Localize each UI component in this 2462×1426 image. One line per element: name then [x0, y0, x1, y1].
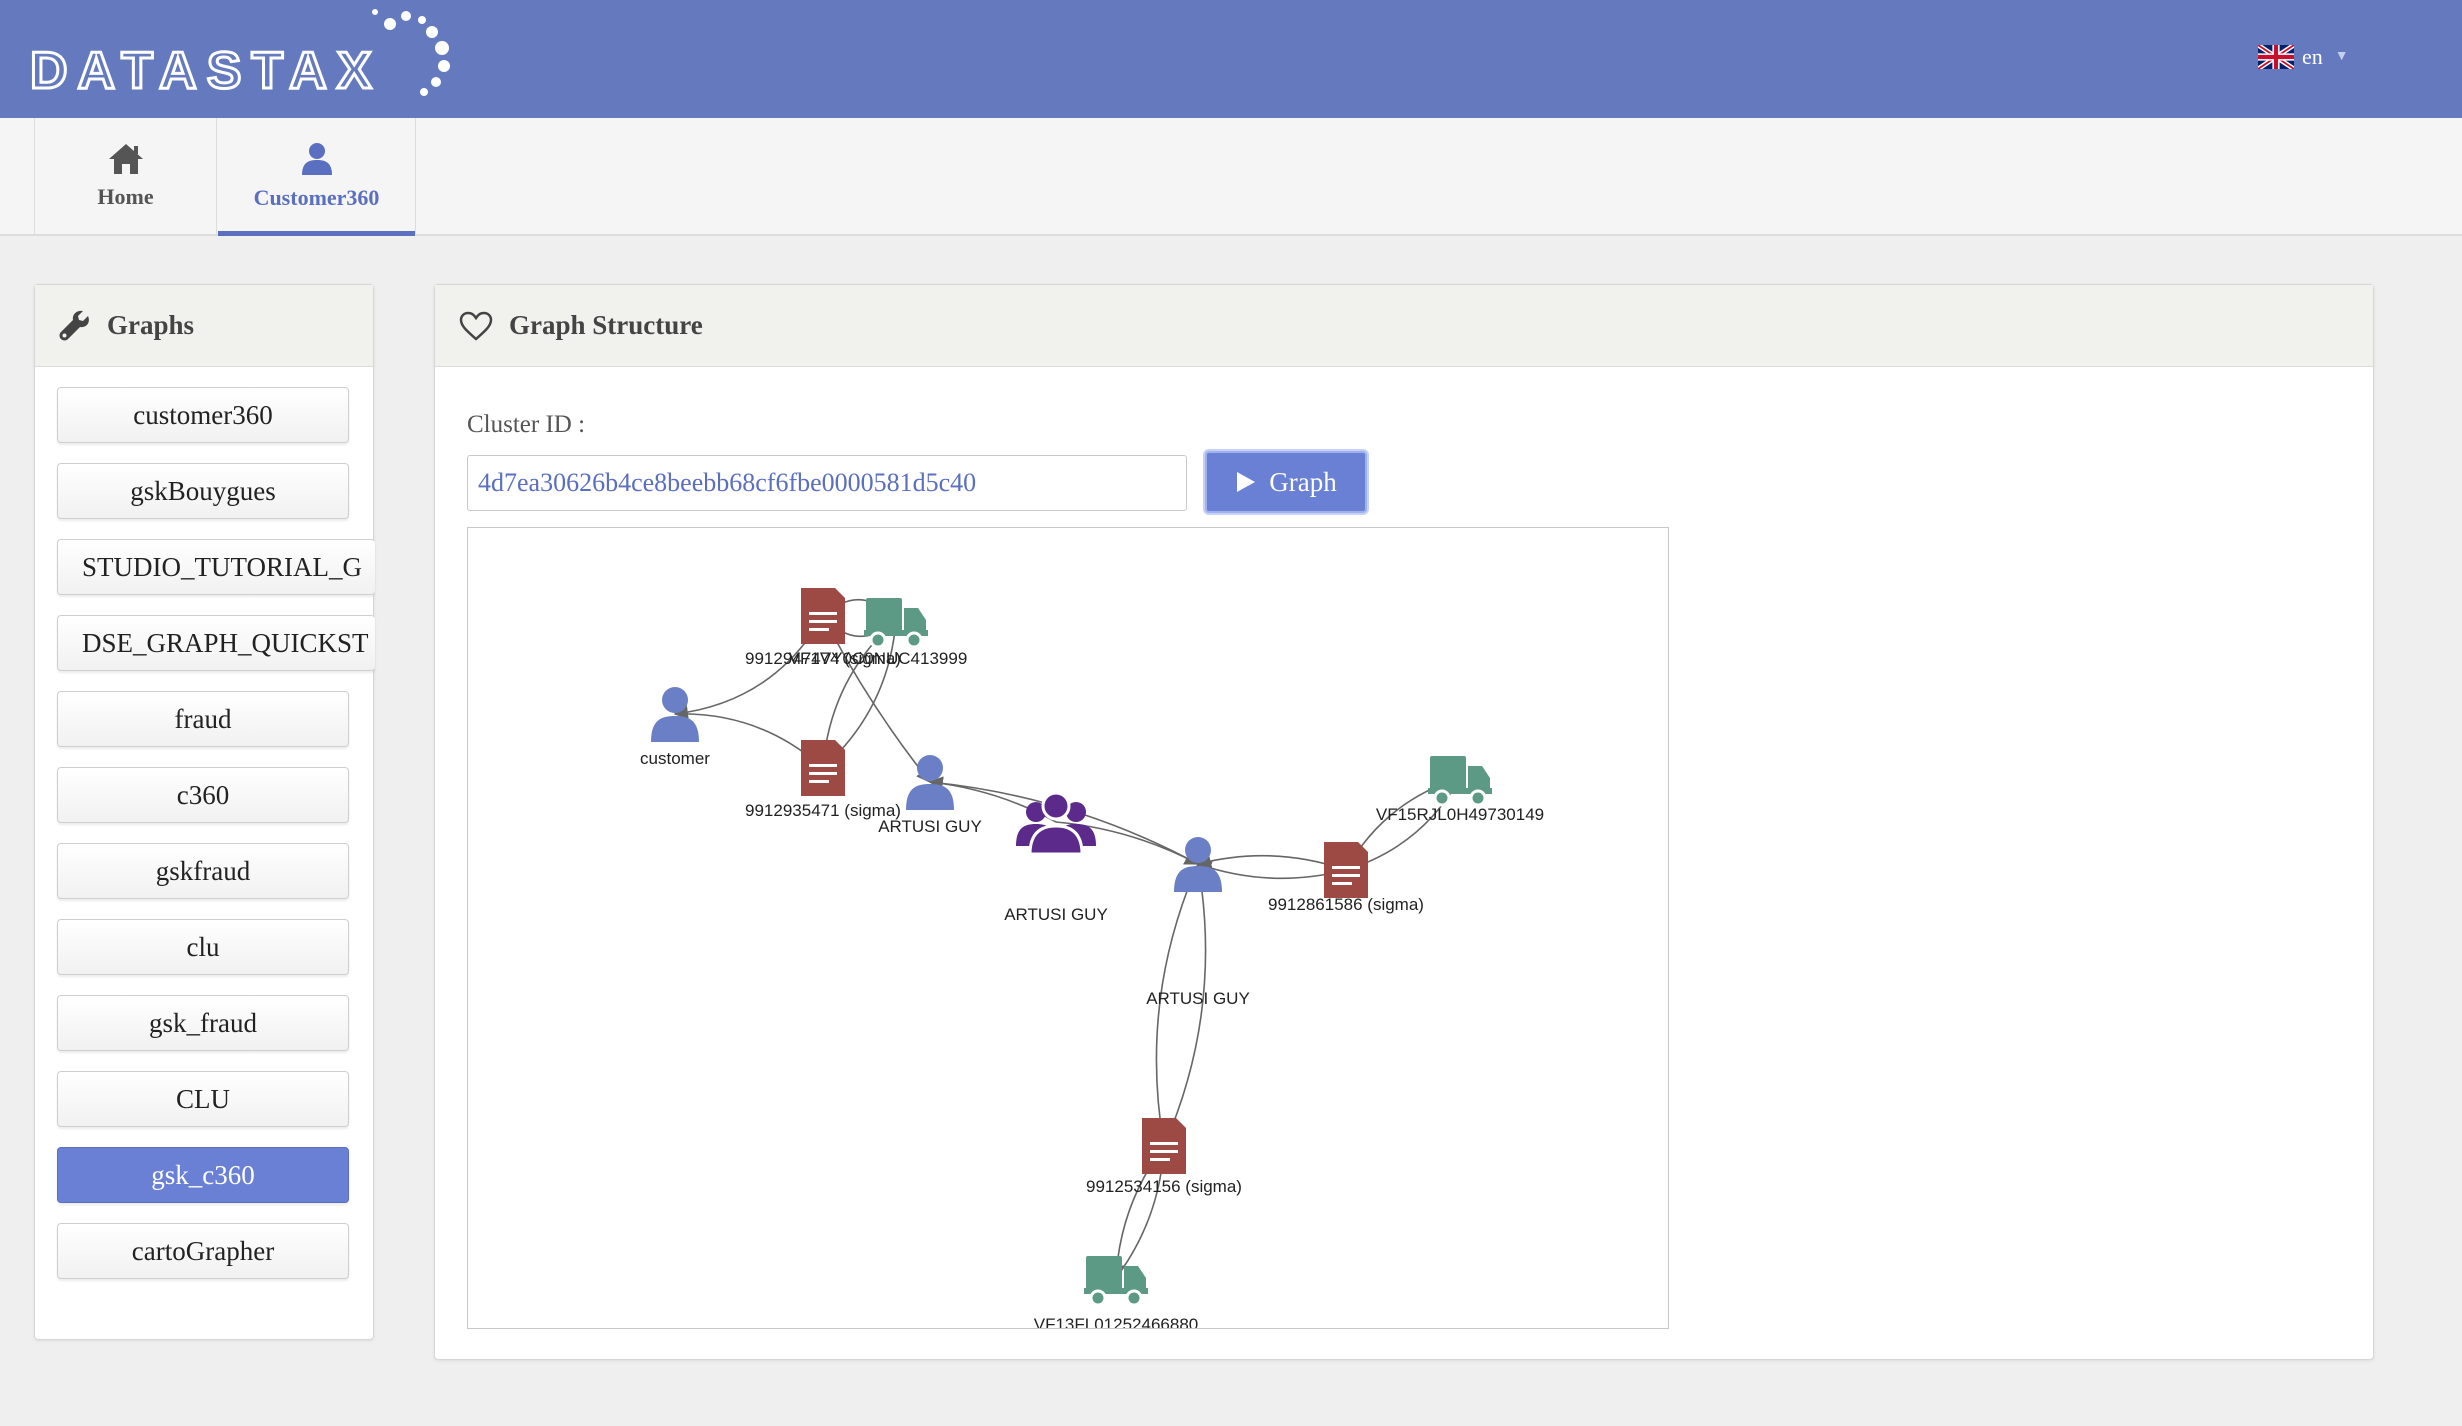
graph-node-label: VF15RJL0H49730149 — [1376, 805, 1544, 824]
wrench-icon — [59, 310, 89, 340]
graph-node-label: VF1VY0C0NUC413999 — [789, 649, 968, 668]
tab-customer360-label: Customer360 — [253, 185, 380, 210]
chevron-down-icon: ▼ — [2334, 49, 2349, 64]
graphs-panel-header: Graphs — [35, 285, 373, 367]
graph-item-cartographer[interactable]: cartoGrapher — [57, 1223, 349, 1279]
graph-item-clu[interactable]: clu — [57, 919, 349, 975]
graph-node-truck[interactable]: VF15RJL0H49730149 — [1376, 754, 1544, 824]
tab-customer360[interactable]: Customer360 — [218, 118, 416, 236]
graph-node-label: ARTUSI GUY — [878, 817, 982, 836]
graph-node-label: customer — [640, 749, 710, 768]
truck-icon — [1082, 1254, 1150, 1307]
graph-button[interactable]: Graph — [1205, 451, 1367, 513]
graph-node-person[interactable]: ARTUSI GUY — [1146, 837, 1250, 1008]
nav-bar: Home Customer360 — [0, 118, 2462, 236]
graph-item-c360[interactable]: c360 — [57, 767, 349, 823]
top-bar: DATASTAX en ▼ — [0, 0, 2462, 118]
truck-icon — [1426, 754, 1494, 807]
graph-node-label: ARTUSI GUY — [1146, 989, 1250, 1008]
graph-item-gsk-fraud[interactable]: gsk_fraud — [57, 995, 349, 1051]
graph-edge — [1196, 861, 1347, 880]
cluster-id-label: Cluster ID : — [467, 411, 586, 438]
graph-node-document[interactable]: 9912935471 (sigma) — [745, 740, 901, 820]
graph-node-label: VF13FL01252466880 — [1034, 1315, 1198, 1328]
graph-item-clu-upper[interactable]: CLU — [57, 1071, 349, 1127]
graphs-panel-title: Graphs — [107, 310, 195, 340]
cluster-id-input[interactable] — [467, 455, 1187, 511]
svg-text:DATASTAX: DATASTAX — [30, 42, 382, 100]
graphs-panel: Graphs customer360 gskBouygues STUDIO_TU… — [34, 284, 375, 1340]
tab-home[interactable]: Home — [34, 118, 217, 234]
graph-svg[interactable]: 9912947474 (sigma)VF1VY0C0NUC413999custo… — [468, 528, 1668, 1328]
truck-icon — [862, 596, 930, 649]
graph-edges — [673, 598, 1461, 1280]
graph-node-label: 9912534156 (sigma) — [1086, 1177, 1242, 1196]
user-icon — [301, 143, 332, 175]
graph-node-label: 9912861586 (sigma) — [1268, 895, 1424, 914]
tab-home-label: Home — [97, 184, 154, 209]
graph-nodes: 9912947474 (sigma)VF1VY0C0NUC413999custo… — [640, 588, 1544, 1328]
graph-structure-panel: Graph Structure Cluster ID : Graph — [434, 284, 2374, 1360]
graph-node-document[interactable]: 9912534156 (sigma) — [1086, 1118, 1242, 1196]
graph-item-gsk-c360[interactable]: gsk_c360 — [57, 1147, 349, 1203]
graph-node-label: ARTUSI GUY — [1004, 905, 1108, 924]
graph-button-label: Graph — [1269, 466, 1337, 497]
graph-structure-header: Graph Structure — [435, 285, 2373, 367]
graph-node-person[interactable]: customer — [640, 687, 710, 768]
graph-item-customer360[interactable]: customer360 — [57, 387, 349, 443]
graph-item-studio-tutorial[interactable]: STUDIO_TUTORIAL_G — [57, 539, 375, 595]
document-icon — [801, 740, 845, 796]
graph-node-person[interactable]: ARTUSI GUY — [878, 755, 982, 836]
uk-flag-icon — [2258, 45, 2294, 69]
graph-item-fraud[interactable]: fraud — [57, 691, 349, 747]
graph-item-gskfraud[interactable]: gskfraud — [57, 843, 349, 899]
graph-structure-title: Graph Structure — [509, 310, 703, 340]
language-selector[interactable]: en ▼ — [2258, 40, 2349, 74]
play-icon — [1237, 472, 1256, 492]
graph-edge — [1196, 853, 1347, 871]
graph-item-dse-graph-quickstart[interactable]: DSE_GRAPH_QUICKST — [57, 615, 375, 671]
graph-canvas[interactable]: 9912947474 (sigma) VF1VY0C0NUC413999 custo… — [467, 527, 1669, 1329]
group-icon — [1014, 791, 1098, 856]
home-icon — [108, 144, 143, 174]
graph-item-gskbouygues[interactable]: gskBouygues — [57, 463, 349, 519]
language-label: en — [2302, 44, 2323, 69]
datastax-logo[interactable]: DATASTAX — [30, 6, 480, 110]
graph-node-truck[interactable]: VF13FL01252466880 — [1034, 1254, 1198, 1328]
document-icon — [1142, 1118, 1186, 1174]
graph-node-group[interactable]: ARTUSI GUY — [1004, 791, 1108, 924]
heart-icon — [459, 311, 493, 341]
document-icon — [801, 588, 845, 644]
document-icon — [1324, 842, 1368, 898]
